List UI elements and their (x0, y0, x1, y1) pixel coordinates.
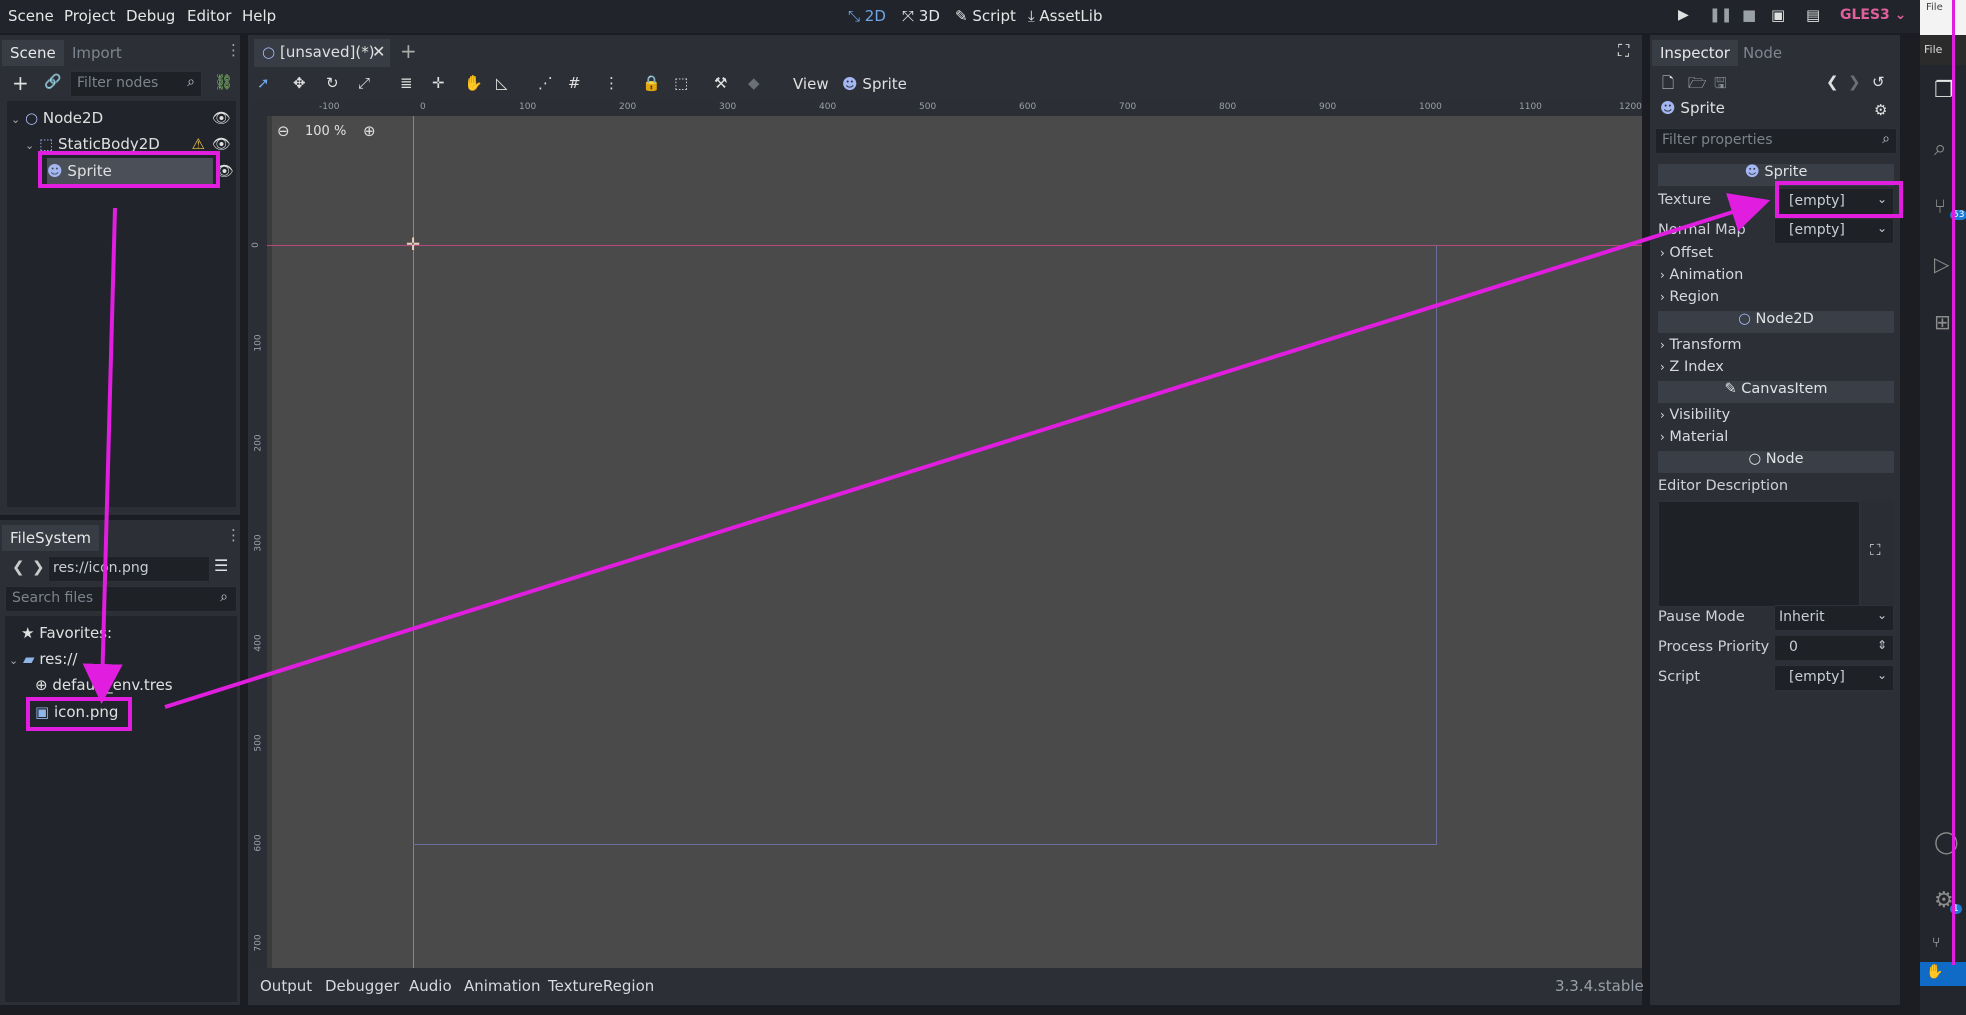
annotation-arrows (82, 193, 1771, 709)
arrow-sprite-to-icon (82, 207, 123, 704)
arrow-icon-to-texture (164, 193, 1771, 709)
